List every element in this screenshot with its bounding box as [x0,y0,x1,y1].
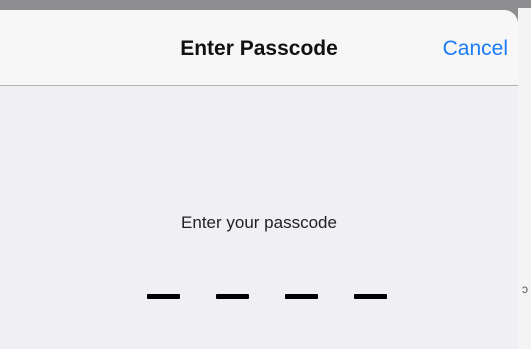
passcode-digit-slot [147,294,180,299]
passcode-prompt: Enter your passcode [181,213,337,232]
background-edge-glyph: ɔ [522,282,528,296]
screen: ɔ Enter Passcode Cancel Enter your passc… [0,0,531,349]
passcode-digit-slot [216,294,249,299]
page-title: Enter Passcode [180,37,338,60]
passcode-sheet: Enter Passcode Cancel Enter your passcod… [0,10,518,349]
cancel-button[interactable]: Cancel [443,37,508,61]
passcode-digit-slot [285,294,318,299]
passcode-field[interactable] [147,294,387,299]
passcode-digit-slot [354,294,387,299]
background-content [518,8,531,349]
navigation-bar: Enter Passcode Cancel [0,10,518,86]
